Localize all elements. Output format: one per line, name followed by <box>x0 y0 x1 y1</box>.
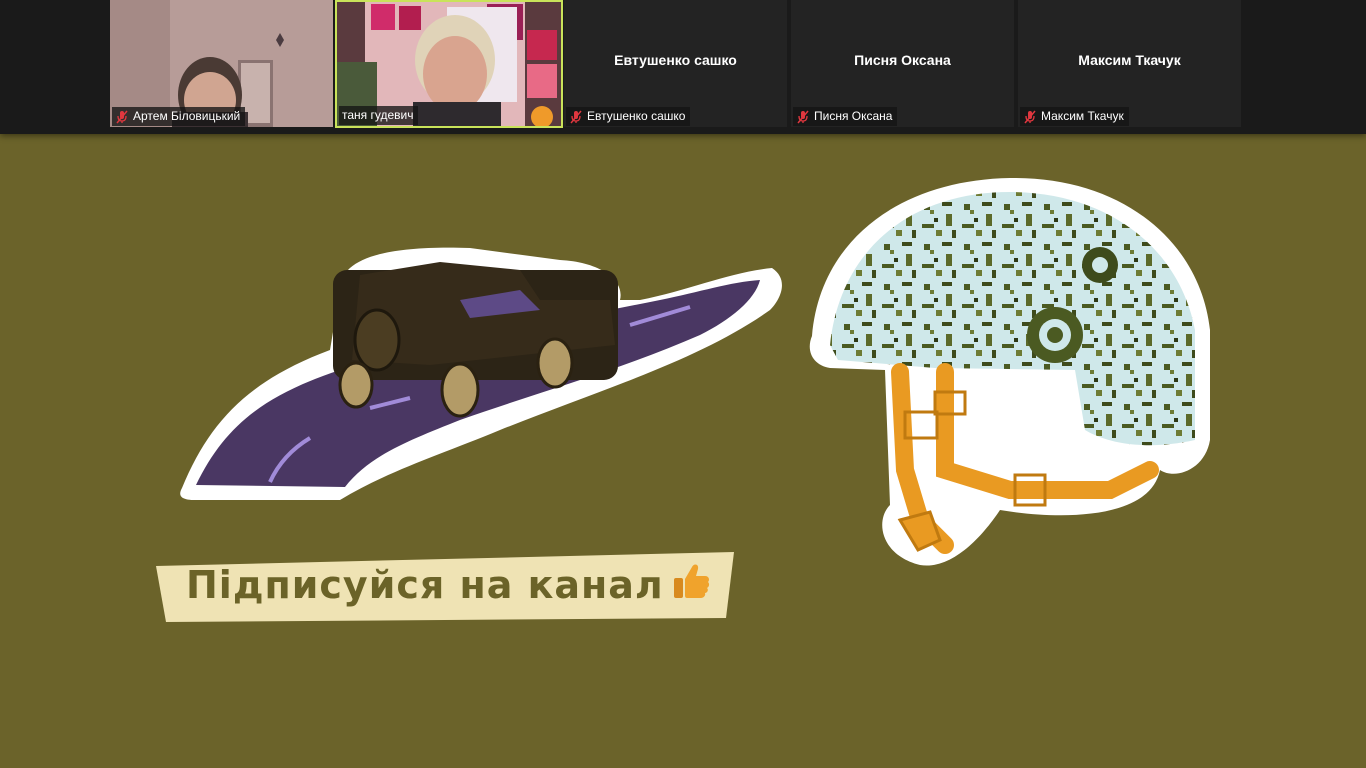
participant-tile-2[interactable]: таня гудевич <box>335 0 563 128</box>
subscribe-text: Підписуйся на канал <box>186 563 664 607</box>
participant-center-name: Максим Ткачук <box>1078 52 1181 68</box>
shared-screen <box>156 177 1210 622</box>
participant-tile-1[interactable]: Артем Біловицький <box>110 0 333 127</box>
car-on-road-sticker <box>180 247 782 500</box>
participant-name: Артем Біловицький <box>133 109 241 123</box>
participant-tile-4[interactable]: Писня Оксана Писня Оксана <box>791 0 1014 127</box>
muted-mic-icon <box>116 110 128 123</box>
muted-mic-icon <box>797 110 809 123</box>
thumbs-up-icon <box>674 564 710 598</box>
participant-label: Евтушенко сашко <box>566 107 691 126</box>
participant-label: таня гудевич <box>339 106 419 125</box>
muted-mic-icon <box>570 110 582 123</box>
participant-name: Писня Оксана <box>814 109 893 123</box>
participant-name: таня гудевич <box>342 108 414 122</box>
participant-label: Писня Оксана <box>793 107 898 126</box>
participant-name: Евтушенко сашко <box>587 109 686 123</box>
participant-tile-5[interactable]: Максим Ткачук Максим Ткачук <box>1018 0 1241 127</box>
participant-label: Артем Біловицький <box>112 107 246 126</box>
participant-label: Максим Ткачук <box>1020 107 1129 126</box>
embroidered-helmet-sticker <box>809 177 1210 566</box>
participant-center-name: Евтушенко сашко <box>614 52 737 68</box>
participant-strip: Артем Біловицький таня гудевич Евтушенко… <box>0 0 1366 134</box>
participant-center-name: Писня Оксана <box>854 52 951 68</box>
participant-name: Максим Ткачук <box>1041 109 1124 123</box>
muted-mic-icon <box>1024 110 1036 123</box>
participant-tile-3[interactable]: Евтушенко сашко Евтушенко сашко <box>564 0 787 127</box>
